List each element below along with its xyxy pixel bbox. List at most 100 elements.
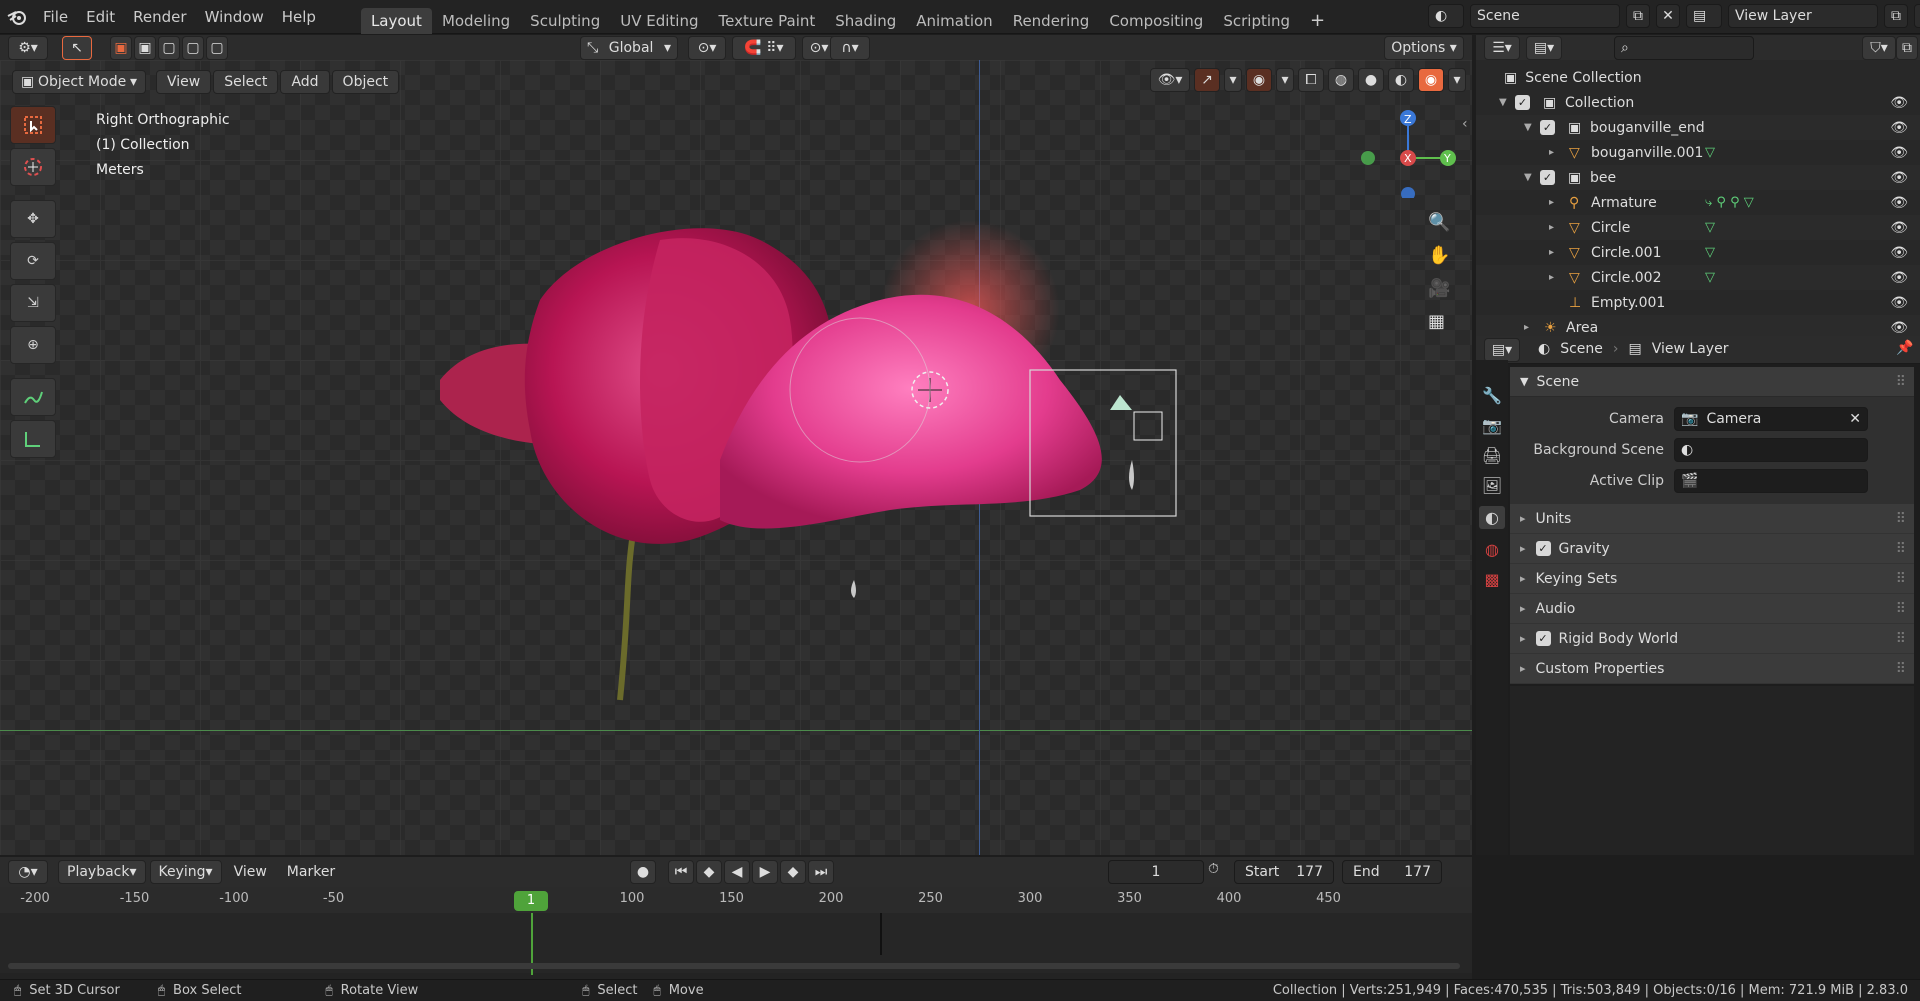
zoom-icon[interactable]: 🔍 (1428, 212, 1450, 233)
select-tool-icon[interactable]: ↖ (62, 36, 92, 60)
timeline-menu-keying[interactable]: Keying ▾ (149, 860, 222, 884)
outliner-row-bee[interactable]: ▼ ✓ ▣ bee 👁 (1476, 165, 1920, 190)
world-tab-icon[interactable]: ◍ (1485, 540, 1499, 559)
chevron-down-icon[interactable]: ▾ (1276, 68, 1294, 92)
subpanel-gravity[interactable]: ▸ ✓ Gravity ⠿ (1510, 534, 1914, 564)
expand-arrow-icon[interactable]: ▸ (1549, 247, 1554, 258)
drag-handle-icon[interactable]: ⠿ (1896, 511, 1906, 527)
data-icon[interactable]: ▽ (1705, 220, 1715, 235)
exclude-checkbox[interactable]: ✓ (1515, 95, 1530, 110)
stopwatch-icon[interactable]: ⏱ (1208, 861, 1219, 877)
data-icon[interactable]: ▽ (1705, 145, 1715, 160)
display-mode-icon[interactable]: ▤▾ (1526, 36, 1562, 60)
snap-toggle[interactable]: 🧲 ⠿▾ (732, 36, 796, 60)
blender-logo-icon[interactable] (0, 0, 34, 34)
view-layer-tab-icon[interactable]: 🖼 (1482, 476, 1502, 495)
3d-viewport[interactable]: ▣ Object Mode ▾ View Select Add Object 👁▾ ↗ ▾… (0, 60, 1472, 855)
tab-animation[interactable]: Animation (906, 8, 1002, 34)
cursor-tool-icon[interactable] (10, 148, 56, 186)
pivot-point-dropdown[interactable]: ⊙▾ (688, 36, 726, 60)
eye-icon[interactable]: 👁 (1890, 245, 1908, 261)
subpanel-units[interactable]: ▸ Units ⠿ (1510, 504, 1914, 534)
drag-handle-icon[interactable]: ⠿ (1896, 571, 1906, 587)
eye-icon[interactable]: 👁 (1890, 95, 1908, 111)
navigation-gizmo[interactable]: Z Y X (1352, 88, 1462, 198)
expand-arrow-icon[interactable]: ▸ (1524, 322, 1529, 333)
editor-type-icon[interactable]: ▤▾ (1484, 338, 1520, 362)
tab-rendering[interactable]: Rendering (1003, 8, 1100, 34)
select-invert-icon[interactable]: ▢ (182, 36, 204, 60)
render-tab-icon[interactable]: 📷 (1482, 416, 1502, 435)
drag-handle-icon[interactable]: ⠿ (1896, 601, 1906, 617)
new-collection-icon[interactable]: ⧉ (1896, 36, 1918, 60)
timeline-ruler[interactable]: -250-200-150-100-50501001502002503003504… (0, 887, 1472, 913)
record-icon[interactable]: ● (630, 860, 656, 884)
camera-view-icon[interactable]: 🎥 (1428, 278, 1450, 299)
timeline-scrollbar[interactable] (8, 963, 1460, 969)
drag-handle-icon[interactable]: ⠿ (1896, 661, 1906, 677)
eye-icon[interactable]: 👁 (1890, 270, 1908, 286)
select-box-tool-icon[interactable] (10, 106, 56, 144)
viewport-menu-select[interactable]: Select (213, 70, 279, 94)
select-subtract-icon[interactable]: ▢ (158, 36, 180, 60)
transform-orientation-dropdown[interactable]: ⤡ Global ▾ (580, 36, 678, 60)
outliner-row-empty-001[interactable]: ⊥ Empty.001 👁 (1476, 290, 1920, 315)
xray-toggle-icon[interactable]: ⧠ (1298, 68, 1324, 92)
options-dropdown[interactable]: Options ▾ (1384, 36, 1464, 60)
ortho-grid-icon[interactable]: ▦ (1428, 311, 1450, 332)
eye-icon[interactable]: 👁 (1890, 295, 1908, 311)
new-scene-icon[interactable]: ⧉ (1626, 4, 1650, 28)
falloff-dropdown[interactable]: ∩▾ (830, 36, 870, 60)
expand-arrow-icon[interactable]: ▸ (1549, 222, 1554, 233)
object-mode-dropdown[interactable]: ▣ Object Mode ▾ (12, 70, 146, 94)
editor-type-icon[interactable]: ◔▾ (8, 860, 48, 884)
subpanel-checkbox[interactable]: ✓ (1535, 541, 1551, 556)
eye-icon[interactable]: 👁 (1890, 170, 1908, 186)
viewport-menu-add[interactable]: Add (280, 70, 330, 94)
measure-tool-icon[interactable] (10, 420, 56, 458)
tab-sculpting[interactable]: Sculpting (520, 8, 610, 34)
collapse-arrow-icon[interactable]: ‹ (1462, 116, 1468, 132)
editor-type-icon[interactable]: ☰▾ (1484, 36, 1520, 60)
outliner-row-circle-001[interactable]: ▸ ▽ Circle.001 ▽ 👁 (1476, 240, 1920, 265)
outliner-root[interactable]: ▣ Scene Collection (1476, 65, 1920, 90)
expand-arrow-icon[interactable]: ▸ (1549, 197, 1554, 208)
select-intersect-icon[interactable]: ▢ (206, 36, 228, 60)
bougainvillea-flower-model[interactable] (420, 180, 1240, 855)
subpanel-checkbox[interactable]: ✓ (1535, 631, 1551, 646)
tab-scripting[interactable]: Scripting (1213, 8, 1300, 34)
subpanel-custom-properties[interactable]: ▸ Custom Properties ⠿ (1510, 654, 1914, 684)
view-layer-icon[interactable]: ▤ (1686, 4, 1722, 28)
timeline-menu-view[interactable]: View (226, 860, 275, 884)
eye-icon[interactable]: 👁 (1890, 220, 1908, 236)
tab-shading[interactable]: Shading (825, 8, 906, 34)
expand-arrow-icon[interactable]: ▸ (1549, 147, 1554, 158)
timeline-menu-playback[interactable]: Playback ▾ (58, 860, 146, 884)
subpanel-rigid-body-world[interactable]: ▸ ✓ Rigid Body World ⠿ (1510, 624, 1914, 654)
exclude-checkbox[interactable]: ✓ (1540, 120, 1555, 135)
subpanel-keying-sets[interactable]: ▸ Keying Sets ⠿ (1510, 564, 1914, 594)
scale-tool-icon[interactable]: ⇲ (10, 284, 56, 322)
scene-name-field[interactable]: Scene (1470, 4, 1620, 28)
subpanel-audio[interactable]: ▸ Audio ⠿ (1510, 594, 1914, 624)
menu-help[interactable]: Help (273, 0, 325, 34)
clear-icon[interactable]: ✕ (1849, 411, 1861, 427)
outliner-row-circle-002[interactable]: ▸ ▽ Circle.002 ▽ 👁 (1476, 265, 1920, 290)
outliner-row-armature[interactable]: ▸ ⚲ Armature ⤷ ⚲ ⚲ ▽ 👁 (1476, 190, 1920, 215)
gizmo-toggle-icon[interactable]: ↗ (1194, 68, 1220, 92)
move-tool-icon[interactable]: ✥ (10, 200, 56, 238)
visibility-icon[interactable]: 👁▾ (1150, 68, 1190, 92)
outliner-row-bouganville-end[interactable]: ▼ ✓ ▣ bouganville_end 👁 (1476, 115, 1920, 140)
new-view-layer-icon[interactable]: ⧉ (1884, 4, 1908, 28)
scene-icon[interactable]: ◐ (1428, 4, 1464, 28)
jump-end-icon[interactable]: ⏭ (808, 860, 834, 884)
drag-handle-icon[interactable]: ⠿ (1896, 374, 1906, 390)
viewport-menu-view[interactable]: View (156, 70, 212, 94)
texture-tab-icon[interactable]: ▩ (1484, 570, 1499, 589)
play-reverse-icon[interactable]: ◀ (724, 860, 750, 884)
menu-edit[interactable]: Edit (77, 0, 124, 34)
filter-icon[interactable]: ⛉▾ (1862, 36, 1896, 60)
scene-panel-header[interactable]: ▼ Scene ⠿ (1510, 367, 1914, 397)
eye-icon[interactable]: 👁 (1890, 145, 1908, 161)
outliner-row-collection[interactable]: ▼ ✓ ▣ Collection 👁 (1476, 90, 1920, 115)
